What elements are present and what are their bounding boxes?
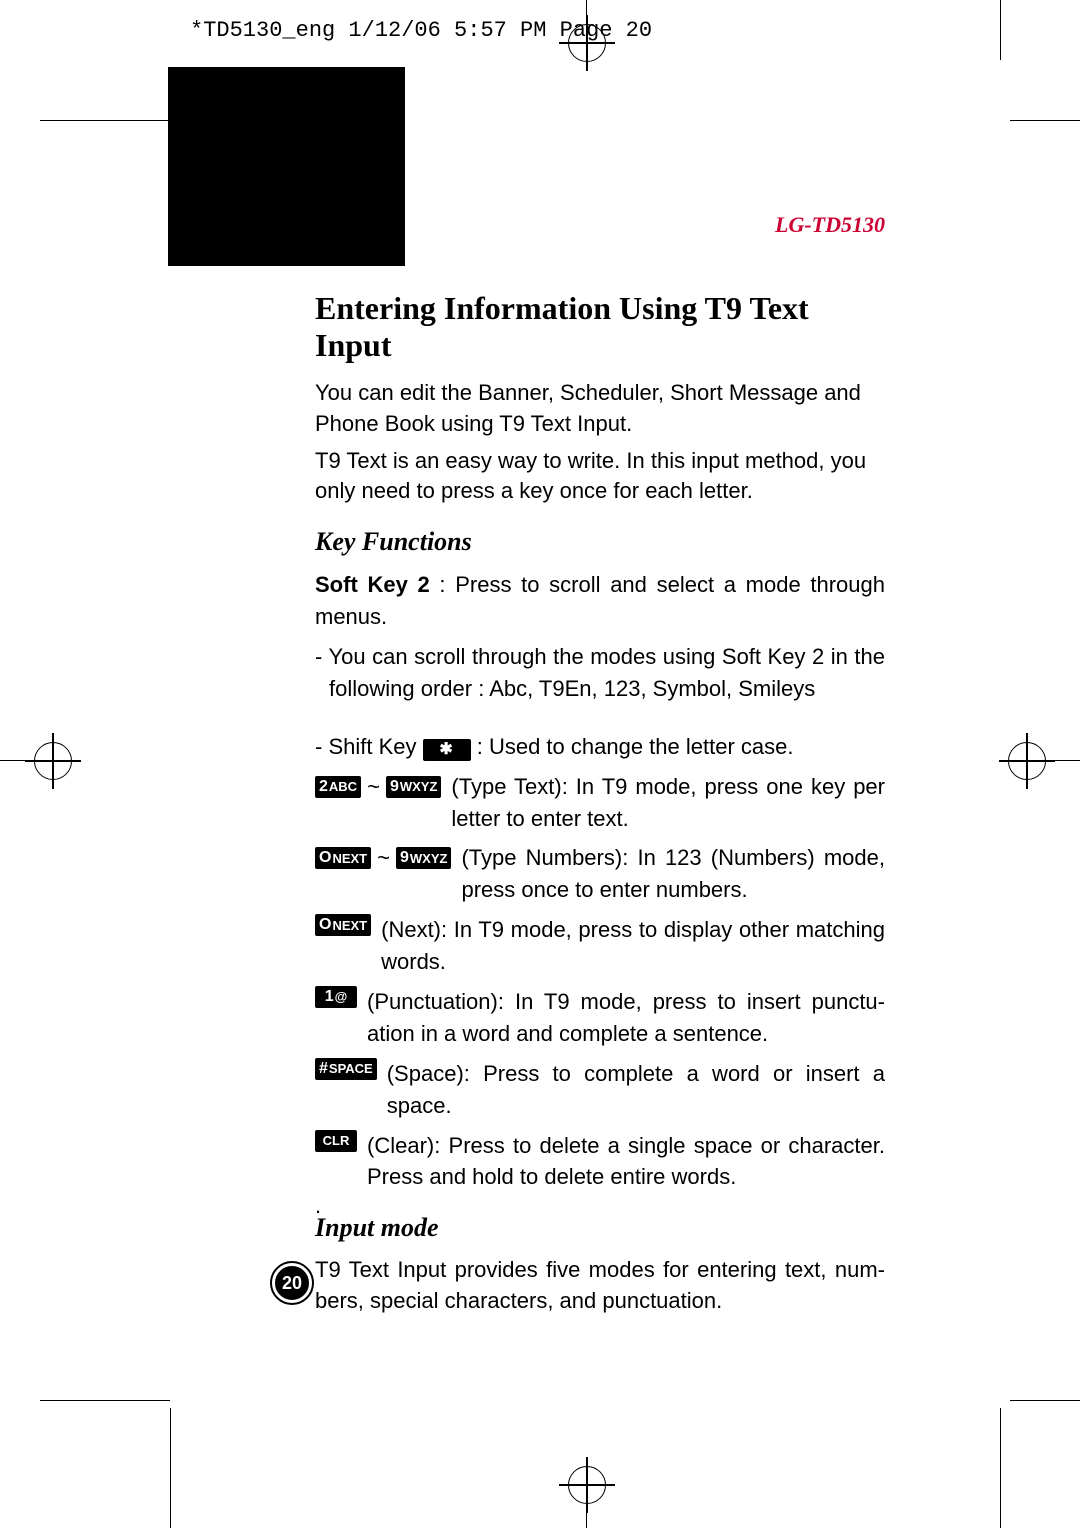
range-tilde: ~ bbox=[377, 842, 390, 874]
type-text-desc: (Type Text): In T9 mode, press one key p… bbox=[451, 771, 885, 835]
intro-paragraph: T9 Text is an easy way to write. In this… bbox=[315, 446, 885, 508]
crop-mark bbox=[40, 1400, 170, 1401]
thumb-index-tab bbox=[168, 67, 405, 266]
crop-mark bbox=[170, 1408, 171, 1528]
clear-desc: (Clear): Press to delete a single space … bbox=[367, 1130, 885, 1194]
input-mode-paragraph: T9 Text Input provides five modes for en… bbox=[315, 1255, 885, 1317]
key-clr-icon: CLR bbox=[315, 1130, 357, 1152]
page-title: Entering Information Using T9 Text Input bbox=[315, 290, 885, 364]
intro-paragraph: You can edit the Banner, Scheduler, Shor… bbox=[315, 378, 885, 440]
softkey2-label: Soft Key 2 bbox=[315, 572, 430, 597]
softkey2-description: Soft Key 2 : Press to scroll and select … bbox=[315, 569, 885, 633]
crop-mark bbox=[1000, 0, 1001, 60]
model-label: LG-TD5130 bbox=[775, 212, 885, 238]
page-content: LG-TD5130 Entering Information Using T9 … bbox=[315, 290, 885, 1323]
shift-key-description: - Shift Key ✱ : Used to change the lette… bbox=[315, 731, 885, 763]
crop-mark bbox=[1000, 1408, 1001, 1528]
key-0-icon: ONEXT bbox=[315, 847, 371, 869]
crop-mark bbox=[1010, 120, 1080, 121]
next-row: ONEXT (Next): In T9 mode, press to displ… bbox=[315, 914, 885, 978]
space-desc: (Space): Press to complete a word or ins… bbox=[387, 1058, 885, 1122]
section-heading-input-mode: Input mode bbox=[315, 1213, 885, 1243]
registration-target-icon bbox=[568, 1466, 606, 1504]
punctuation-desc: (Punctuation): In T9 mode, press to inse… bbox=[367, 986, 885, 1050]
crop-mark bbox=[1010, 1400, 1080, 1401]
softkey2-mode-order: - You can scroll through the modes using… bbox=[329, 641, 885, 705]
crop-mark bbox=[40, 120, 170, 121]
type-numbers-desc: (Type Numbers): In 123 (Numbers) mode, p… bbox=[461, 842, 885, 906]
key-9-icon: 9WXYZ bbox=[396, 847, 451, 869]
clear-row: CLR (Clear): Press to delete a single sp… bbox=[315, 1130, 885, 1194]
range-tilde: ~ bbox=[367, 771, 380, 803]
star-key-icon: ✱ bbox=[423, 739, 471, 761]
type-text-row: 2ABC ~ 9WXYZ (Type Text): In T9 mode, pr… bbox=[315, 771, 885, 835]
key-2-icon: 2ABC bbox=[315, 776, 361, 798]
punctuation-row: 1@ (Punctuation): In T9 mode, press to i… bbox=[315, 986, 885, 1050]
key-1-icon: 1@ bbox=[315, 986, 357, 1008]
next-desc: (Next): In T9 mode, press to display oth… bbox=[381, 914, 885, 978]
stray-period: . bbox=[315, 1193, 321, 1219]
registration-target-icon bbox=[568, 24, 606, 62]
type-numbers-row: ONEXT ~ 9WXYZ (Type Numbers): In 123 (Nu… bbox=[315, 842, 885, 906]
key-0-icon: ONEXT bbox=[315, 914, 371, 936]
space-row: #SPACE (Space): Press to complete a word… bbox=[315, 1058, 885, 1122]
page-number-badge: 20 bbox=[272, 1263, 312, 1303]
key-9-icon: 9WXYZ bbox=[386, 776, 441, 798]
registration-target-icon bbox=[34, 742, 72, 780]
section-heading-key-functions: Key Functions bbox=[315, 527, 885, 557]
registration-target-icon bbox=[1008, 742, 1046, 780]
key-hash-icon: #SPACE bbox=[315, 1058, 377, 1080]
